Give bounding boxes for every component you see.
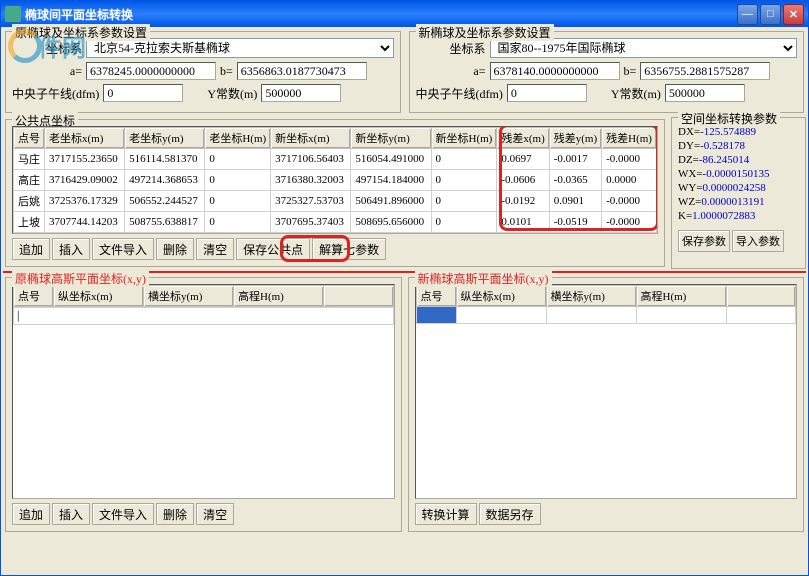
target-gauss-table[interactable]: 点号纵坐标x(m)横坐标y(m)高程H(m): [416, 285, 797, 324]
col-header[interactable]: 新坐标x(m): [271, 128, 351, 149]
col-header[interactable]: 高程H(m): [636, 286, 726, 307]
br-button[interactable]: 转换计算: [415, 503, 477, 525]
watermark: 件网: [8, 28, 86, 63]
param-line: K=1.0000072883: [678, 210, 799, 222]
table-row[interactable]: 上坡3707744.14203508755.63881703707695.374…: [14, 212, 657, 233]
bl-button[interactable]: 插入: [52, 503, 90, 525]
a-label: a=: [12, 64, 82, 79]
bl-button[interactable]: 追加: [12, 503, 50, 525]
spatial-button[interactable]: 导入参数: [732, 230, 784, 252]
pp-button[interactable]: 清空: [196, 238, 234, 260]
col-header[interactable]: 老坐标x(m): [45, 128, 125, 149]
source-gauss-panel: 原椭球高斯平面坐标(x,y) 点号纵坐标x(m)横坐标y(m)高程H(m) | …: [5, 277, 402, 532]
pp-button[interactable]: 解算七参数: [312, 238, 386, 260]
target-gauss-legend: 新椭球高斯平面坐标(x,y): [415, 270, 552, 287]
spatial-legend: 空间坐标转换参数: [678, 110, 780, 127]
col-header[interactable]: 纵坐标x(m): [456, 286, 546, 307]
param-line: DX=-125.574889: [678, 126, 799, 138]
param-line: WX=-0.0000150135: [678, 168, 799, 180]
table-row[interactable]: 马庄3717155.23650516114.58137003717106.564…: [14, 149, 657, 170]
col-header[interactable]: 残差H(m): [602, 128, 657, 149]
br-button[interactable]: 数据另存: [479, 503, 541, 525]
source-gauss-input-row[interactable]: |: [13, 307, 394, 325]
target-coord-sys-select[interactable]: 国家80--1975年国际椭球: [490, 38, 798, 58]
param-line: WZ=0.0000013191: [678, 196, 799, 208]
target-legend: 新椭球及坐标系参数设置: [416, 24, 554, 41]
source-yconst-input[interactable]: [261, 84, 341, 102]
param-line: DY=-0.528178: [678, 140, 799, 152]
col-header[interactable]: 点号: [14, 128, 45, 149]
bl-button[interactable]: 删除: [156, 503, 194, 525]
pp-button[interactable]: 追加: [12, 238, 50, 260]
public-points-table[interactable]: 点号老坐标x(m)老坐标y(m)老坐标H(m)新坐标x(m)新坐标y(m)新坐标…: [13, 127, 657, 233]
pp-button[interactable]: 插入: [52, 238, 90, 260]
bl-button[interactable]: 文件导入: [92, 503, 154, 525]
target-gauss-panel: 新椭球高斯平面坐标(x,y) 点号纵坐标x(m)横坐标y(m)高程H(m) 转换…: [408, 277, 805, 532]
col-header[interactable]: 点号: [14, 286, 54, 307]
target-b-input[interactable]: [640, 62, 770, 80]
table-row[interactable]: [416, 307, 796, 324]
table-row[interactable]: 高庄3716429.09002497214.36865303716380.320…: [14, 170, 657, 191]
col-header[interactable]: 横坐标y(m): [546, 286, 636, 307]
col-header[interactable]: 点号: [416, 286, 456, 307]
spatial-button[interactable]: 保存参数: [678, 230, 730, 252]
target-meridian-input[interactable]: [507, 84, 587, 102]
col-header[interactable]: 横坐标y(m): [144, 286, 234, 307]
target-ellipsoid-panel: 新椭球及坐标系参数设置 坐标系 国家80--1975年国际椭球 a= b= 中央…: [409, 31, 805, 113]
b-label: b=: [220, 64, 233, 79]
yconst-label: Y常数(m): [207, 85, 257, 102]
col-header[interactable]: 新坐标H(m): [431, 128, 497, 149]
pp-button[interactable]: 保存公共点: [236, 238, 310, 260]
source-gauss-legend: 原椭球高斯平面坐标(x,y): [12, 270, 149, 287]
col-header[interactable]: 残差y(m): [549, 128, 601, 149]
source-meridian-input[interactable]: [103, 84, 183, 102]
minimize-button[interactable]: —: [737, 4, 758, 25]
maximize-button[interactable]: □: [760, 4, 781, 25]
source-gauss-table[interactable]: 点号纵坐标x(m)横坐标y(m)高程H(m): [13, 285, 394, 307]
col-header[interactable]: 新坐标y(m): [351, 128, 431, 149]
col-header[interactable]: 残差x(m): [497, 128, 549, 149]
source-b-input[interactable]: [237, 62, 367, 80]
col-header[interactable]: 纵坐标x(m): [54, 286, 144, 307]
close-button[interactable]: ✕: [783, 4, 804, 25]
target-a-input[interactable]: [490, 62, 620, 80]
app-icon: [5, 6, 21, 22]
bl-button[interactable]: 清空: [196, 503, 234, 525]
col-header[interactable]: 老坐标y(m): [125, 128, 205, 149]
table-row[interactable]: 后姚3725376.17329506552.24452703725327.537…: [14, 191, 657, 212]
target-yconst-input[interactable]: [665, 84, 745, 102]
col-header[interactable]: 高程H(m): [234, 286, 324, 307]
meridian-label: 中央子午线(dfm): [12, 85, 99, 102]
spatial-params-panel: 空间坐标转换参数 DX=-125.574889DY=-0.528178DZ=-8…: [671, 117, 806, 269]
col-header[interactable]: 老坐标H(m): [205, 128, 271, 149]
param-line: DZ=-86.245014: [678, 154, 799, 166]
param-line: WY=0.0000024258: [678, 182, 799, 194]
public-points-panel: 公共点坐标 点号老坐标x(m)老坐标y(m)老坐标H(m)新坐标x(m)新坐标y…: [5, 119, 665, 267]
source-coord-sys-select[interactable]: 北京54-克拉索夫斯基椭球: [86, 38, 394, 58]
pp-button[interactable]: 文件导入: [92, 238, 154, 260]
pp-button[interactable]: 删除: [156, 238, 194, 260]
source-a-input[interactable]: [86, 62, 216, 80]
window-title: 椭球间平面坐标转换: [25, 6, 737, 23]
